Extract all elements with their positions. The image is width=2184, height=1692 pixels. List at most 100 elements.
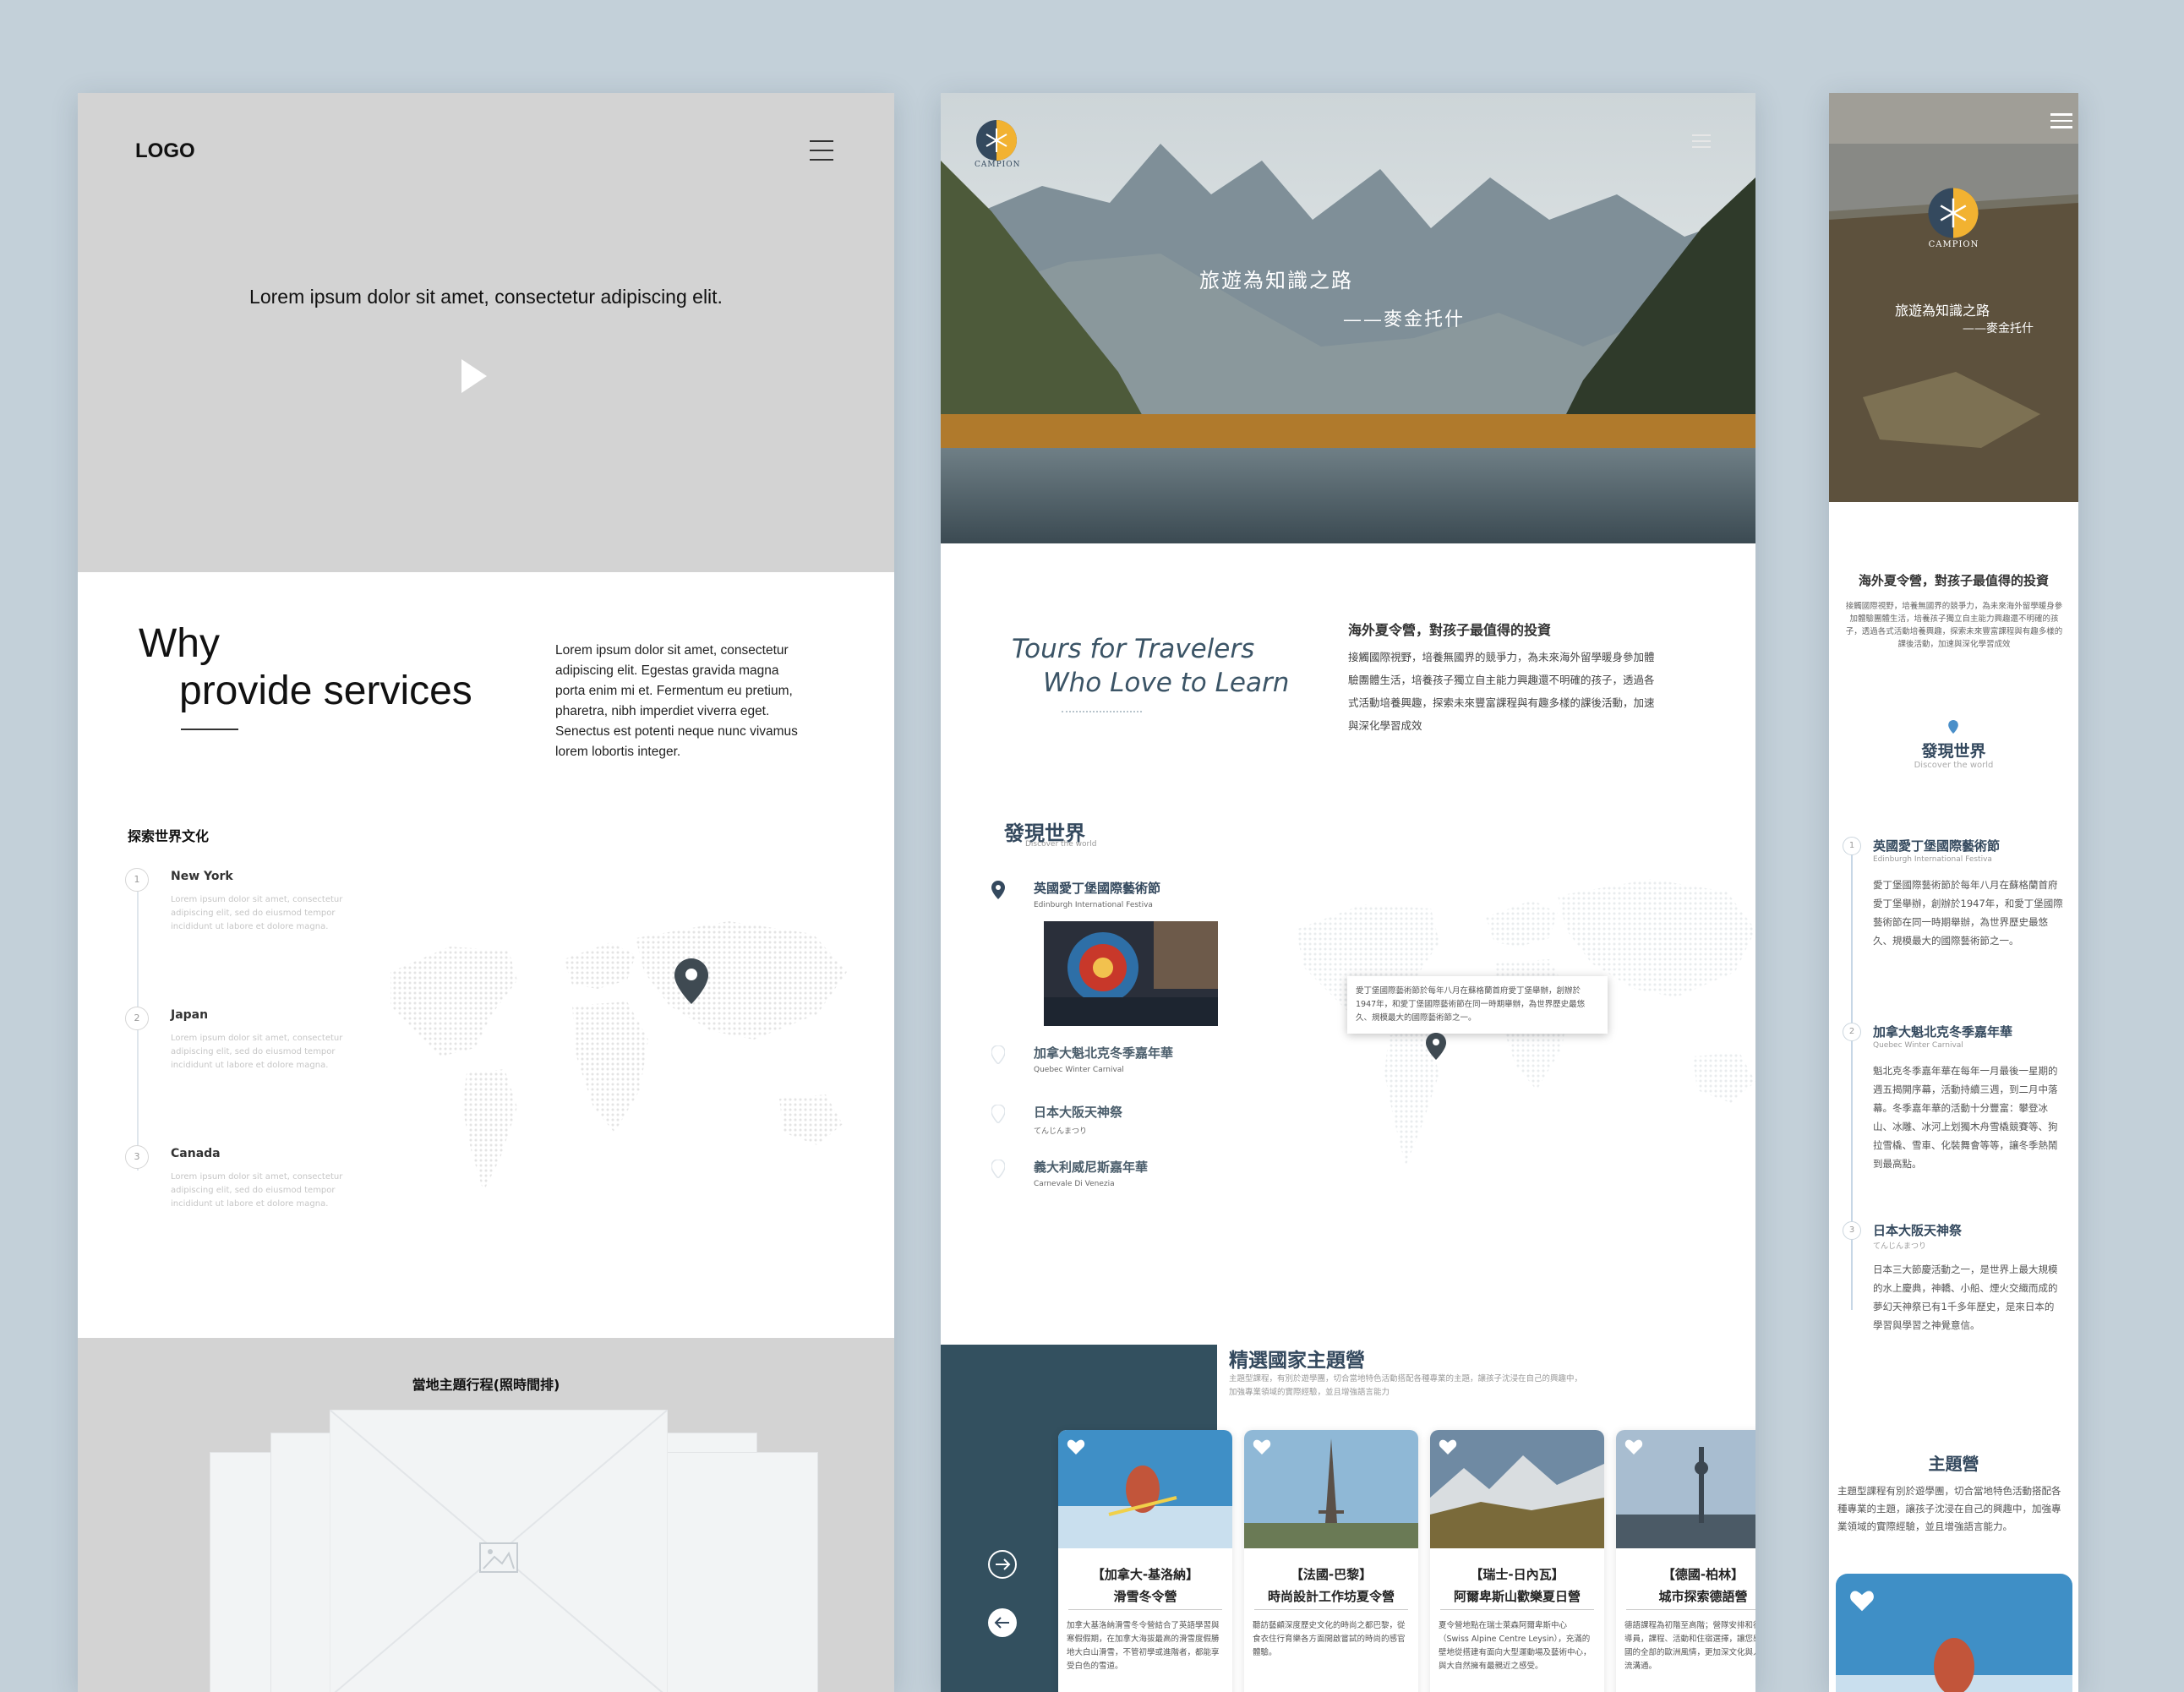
timeline-line	[1851, 854, 1853, 1310]
heart-icon[interactable]	[1253, 1438, 1271, 1455]
event-title: 加拿大魁北克冬季嘉年華	[1873, 1024, 2013, 1040]
theme-body: 主題型課程有別於遊學團，切合當地特色活動搭配各種專業的主題，讓孩子沈浸在自己的興…	[1837, 1485, 2061, 1532]
event-number: 2	[1843, 1023, 1861, 1041]
arrow-right-icon[interactable]	[987, 1549, 1018, 1580]
card-body: 聽訪藝顧深度歷史文化的時尚之都巴黎，從食衣住行育樂各方面開啟嘗試的時尚的感官體驗…	[1253, 1621, 1406, 1657]
discover-subtitle: Discover the world	[1025, 840, 1097, 849]
wireframe-logo[interactable]: LOGO	[135, 139, 195, 163]
logo-text: CAMPION	[1928, 240, 1979, 249]
event-subtitle: Carnevale Di Venezia	[1034, 1180, 1115, 1188]
card-title: 城市探索德語營	[1658, 1589, 1748, 1604]
event-title: 義大利威尼斯嘉年華	[1034, 1160, 1149, 1175]
event-tooltip: 愛丁堡國際藝術節於每年八月在蘇格蘭首府愛丁堡舉辦，創辦於1947年，和愛丁堡國際…	[1347, 976, 1608, 1034]
featured-subtitle: 主題型課程，有別於遊學團，切合當地特色活動搭配各種專業的主題，讓孩子沈浸在自己的…	[1229, 1374, 1583, 1397]
step-title: New York	[171, 870, 233, 883]
event-subtitle: Quebec Winter Carnival	[1873, 1041, 1963, 1050]
desktop-panel: CAMPION 旅遊為知識之路 ——麥金托什 Tours for Travele…	[941, 93, 1755, 1692]
card-location: 【法國-巴黎】	[1290, 1567, 1373, 1582]
step-number: 3	[125, 1145, 149, 1169]
heart-icon[interactable]	[1624, 1438, 1643, 1455]
location-pin-icon	[991, 1160, 1005, 1178]
event-title: 日本大阪天神祭	[1034, 1105, 1123, 1120]
hamburger-icon[interactable]	[2050, 113, 2072, 133]
event-title: 日本大阪天神祭	[1873, 1223, 1963, 1238]
hamburger-icon[interactable]	[810, 140, 833, 162]
image-placeholder-card[interactable]	[330, 1410, 668, 1692]
heart-icon[interactable]	[1849, 1589, 1875, 1613]
card-location: 【加拿大-基洛納】	[1091, 1567, 1199, 1582]
hamburger-icon[interactable]	[1692, 134, 1711, 152]
camp-card[interactable]: 【瑞士-日內瓦】 阿爾卑斯山歡樂夏日營 夏令營地點在瑞士萊森阿爾卑斯中心（Swi…	[1430, 1430, 1604, 1692]
location-pin-icon	[991, 1105, 1005, 1123]
discover-subtitle: Discover the world	[1914, 761, 1994, 770]
heart-icon[interactable]	[1067, 1438, 1085, 1455]
location-pin-icon	[991, 881, 1005, 899]
hero-title: 旅遊為知識之路	[1199, 269, 1353, 292]
map-pin-icon[interactable]	[1426, 1033, 1446, 1060]
explore-title: 探索世界文化	[128, 828, 210, 844]
event-subtitle: てんじんまつり	[1034, 1127, 1088, 1136]
card-title: 時尚設計工作坊夏令營	[1267, 1589, 1395, 1604]
hero-subtitle: ——麥金托什	[1963, 322, 2034, 336]
theme-title: 主題營	[1928, 1454, 1979, 1474]
campion-logo-icon[interactable]	[975, 118, 1018, 162]
location-pin-icon	[991, 1045, 1005, 1064]
why-heading-line2: provide services	[179, 669, 472, 713]
discover-title: 發現世界	[1921, 742, 1986, 761]
step-body: Lorem ipsum dolor sit amet, consectetur …	[171, 895, 343, 931]
step-number: 2	[125, 1007, 149, 1030]
card-body: 德語課程為初階至高階；營隊安排和德國轉導員，課程、活動和住宿選擇，讓您感受德國的…	[1624, 1621, 1755, 1671]
card-divider	[1626, 1609, 1755, 1610]
heart-icon[interactable]	[1439, 1438, 1457, 1455]
intro-body: 接觸國際視野，培養無國界的競爭力，為未來海外留學暖身參加體驗團體生活，培養孩子獨…	[1348, 651, 1655, 732]
camp-card[interactable]: 【加拿大-基洛納】 滑雪冬令營 加拿大基洛納滑雪冬令營結合了英語學習與寒假假期，…	[1058, 1430, 1232, 1692]
wireframe-hero-tagline: Lorem ipsum dolor sit amet, consectetur …	[249, 286, 723, 308]
event-body: 愛丁堡國際藝術節於每年八月在蘇格蘭首府愛丁堡舉辦，創辦於1947年，和愛丁堡國際…	[1873, 879, 2063, 947]
mobile-hero-image	[1829, 93, 2078, 502]
campion-logo-icon[interactable]	[1926, 186, 1980, 240]
image-icon	[479, 1542, 518, 1573]
map-pin-icon[interactable]	[674, 958, 708, 1004]
event-title: 加拿大魁北克冬季嘉年華	[1034, 1045, 1174, 1061]
card-body: 加拿大基洛納滑雪冬令營結合了英語學習與寒假假期，在加拿大海拔最高的滑雪度假勝地大…	[1067, 1621, 1220, 1671]
card-location: 【德國-柏林】	[1662, 1567, 1744, 1582]
hero-subtitle: ——麥金托什	[1343, 309, 1466, 330]
camp-card[interactable]: 【法國-巴黎】 時尚設計工作坊夏令營 聽訪藝顧深度歷史文化的時尚之都巴黎，從食衣…	[1244, 1430, 1418, 1692]
play-icon[interactable]	[461, 359, 487, 393]
card-divider	[1254, 1609, 1408, 1610]
event-subtitle: てんじんまつり	[1873, 1242, 1927, 1251]
event-body: 日本三大節慶活動之一，是世界上最大規模的水上慶典，神轎、小船、煙火交織而成的夢幻…	[1873, 1264, 2058, 1331]
card-location: 【瑞士-日內瓦】	[1470, 1567, 1564, 1582]
featured-title: 精選國家主題營	[1229, 1350, 1365, 1372]
wireframe-hero: LOGO Lorem ipsum dolor sit amet, consect…	[78, 93, 894, 572]
card-body: 夏令營地點在瑞士萊森阿爾卑斯中心（Swiss Alpine Centre Ley…	[1439, 1621, 1592, 1671]
logo-text: CAMPION	[975, 161, 1021, 169]
card-title: 阿爾卑斯山歡樂夏日營	[1453, 1589, 1581, 1604]
dotted-divider	[1062, 711, 1142, 712]
event-body: 魁北克冬季嘉年華在每年一月最後一星期的週五揭開序幕，活動持續三週，到二月中落幕。…	[1873, 1065, 2058, 1170]
world-map-dotted	[390, 921, 847, 1192]
intro-body: 接觸國際視野，培養無國界的競爭力，為未來海外留學暖身參加體驗團體生活，培養孩子獨…	[1845, 602, 2063, 649]
tours-heading-line1: Tours for Travelers	[1012, 634, 1255, 664]
step-title: Canada	[171, 1147, 221, 1160]
wireframe-panel: LOGO Lorem ipsum dolor sit amet, consect…	[78, 93, 894, 1692]
why-body-text: Lorem ipsum dolor sit amet, consectetur …	[555, 643, 798, 759]
arrow-left-icon[interactable]	[987, 1607, 1018, 1638]
edinburgh-festival-image[interactable]	[1044, 921, 1218, 1026]
location-pin-icon	[1948, 720, 1958, 734]
step-body: Lorem ipsum dolor sit amet, consectetur …	[171, 1034, 343, 1070]
event-number: 3	[1843, 1221, 1861, 1240]
step-number: 1	[125, 868, 149, 892]
intro-title: 海外夏令營，對孩子最值得的投資	[1858, 573, 2049, 588]
hero-title: 旅遊為知識之路	[1895, 303, 1990, 319]
card-divider	[1440, 1609, 1594, 1610]
event-subtitle: Edinburgh International Festiva	[1034, 901, 1153, 909]
event-subtitle: Quebec Winter Carnival	[1034, 1066, 1124, 1074]
heading-underline	[181, 729, 238, 730]
camp-card[interactable]: 【德國-柏林】 城市探索德語營 德語課程為初階至高階；營隊安排和德國轉導員，課程…	[1616, 1430, 1755, 1692]
why-heading-line1: Why	[139, 621, 220, 666]
event-title: 英國愛丁堡國際藝術節	[1034, 881, 1161, 896]
event-subtitle: Edinburgh International Festiva	[1873, 855, 1992, 864]
card-title: 滑雪冬令營	[1113, 1589, 1177, 1604]
step-title: Japan	[171, 1008, 209, 1022]
